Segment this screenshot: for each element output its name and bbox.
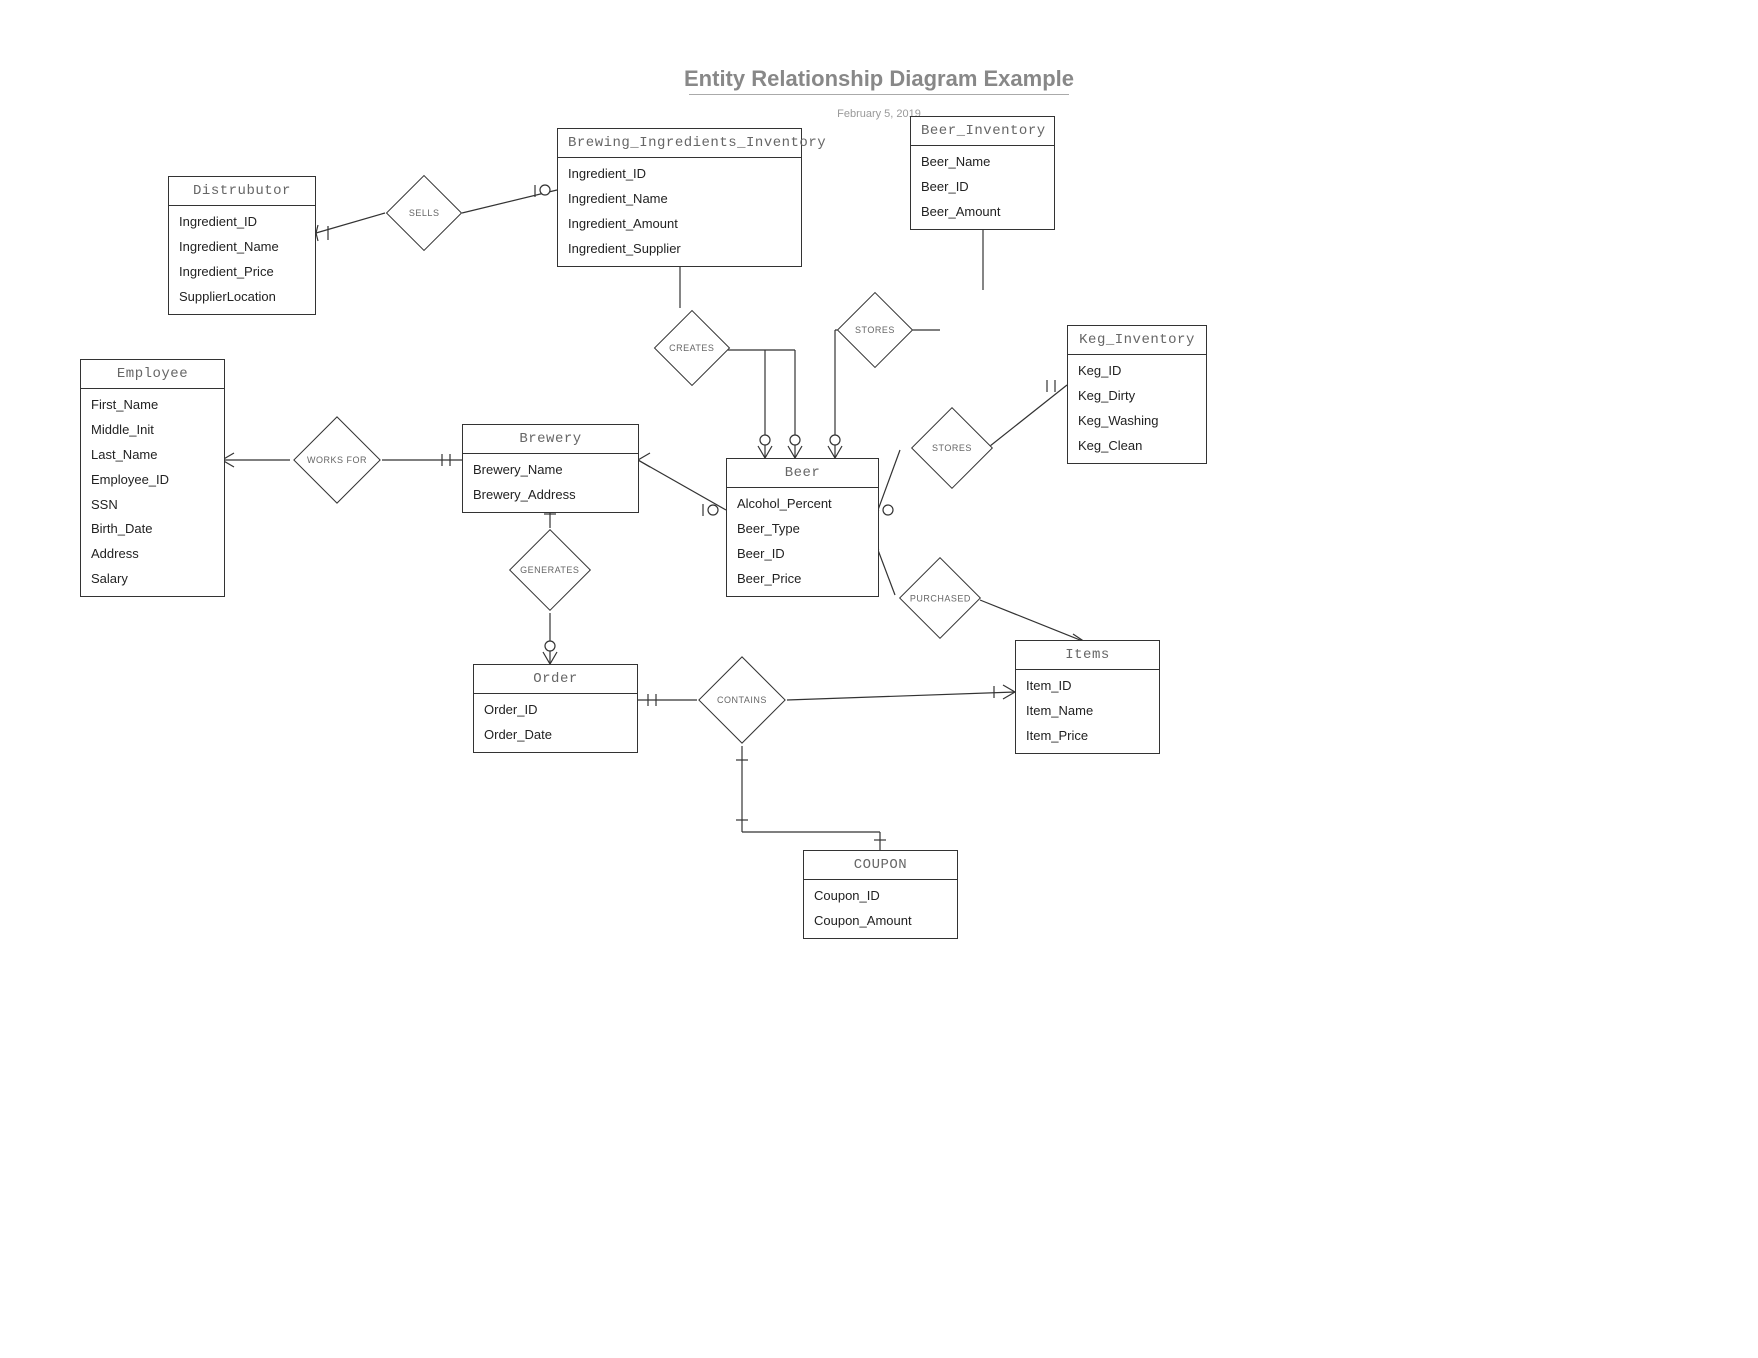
- relationship-generates: GENERATES: [509, 529, 591, 611]
- entity-body: Coupon_ID Coupon_Amount: [804, 880, 957, 938]
- entity-attr: Address: [89, 542, 216, 567]
- entity-attr: Beer_Price: [735, 567, 870, 592]
- entity-beer: Beer Alcohol_Percent Beer_Type Beer_ID B…: [726, 458, 879, 597]
- entity-attr: Brewery_Name: [471, 458, 630, 483]
- entity-attr: Brewery_Address: [471, 483, 630, 508]
- entity-distributor: Distrubutor Ingredient_ID Ingredient_Nam…: [168, 176, 316, 315]
- relationship-sells: SELLS: [386, 175, 462, 251]
- relationship-stores-2: STORES: [911, 407, 993, 489]
- entity-header: Beer: [727, 459, 878, 488]
- relationship-label: STORES: [932, 443, 972, 453]
- diagram-date: February 5, 2019: [837, 108, 921, 120]
- entity-brewery: Brewery Brewery_Name Brewery_Address: [462, 424, 639, 513]
- entity-attr: Keg_Washing: [1076, 409, 1198, 434]
- entity-brewing-ingredients: Brewing_Ingredients_Inventory Ingredient…: [557, 128, 802, 267]
- entity-attr: Beer_ID: [735, 542, 870, 567]
- entity-header: Order: [474, 665, 637, 694]
- entity-attr: Beer_ID: [919, 175, 1046, 200]
- relationship-label: CONTAINS: [717, 695, 767, 705]
- title-underline: [689, 94, 1069, 95]
- entity-header: Brewing_Ingredients_Inventory: [558, 129, 801, 158]
- relationship-stores-1: STORES: [837, 292, 913, 368]
- entity-header: Brewery: [463, 425, 638, 454]
- entity-attr: Coupon_Amount: [812, 909, 949, 934]
- entity-body: First_Name Middle_Init Last_Name Employe…: [81, 389, 224, 596]
- relationship-purchased: PURCHASED: [899, 557, 981, 639]
- entity-header: COUPON: [804, 851, 957, 880]
- entity-attr: Item_ID: [1024, 674, 1151, 699]
- entity-body: Alcohol_Percent Beer_Type Beer_ID Beer_P…: [727, 488, 878, 596]
- entity-attr: Coupon_ID: [812, 884, 949, 909]
- entity-attr: Ingredient_Name: [177, 235, 307, 260]
- relationship-works-for: WORKS FOR: [293, 416, 381, 504]
- entity-attr: Ingredient_Supplier: [566, 237, 793, 262]
- relationship-label: CREATES: [669, 343, 714, 353]
- entity-attr: Order_ID: [482, 698, 629, 723]
- entity-attr: Salary: [89, 567, 216, 592]
- relationship-label: SELLS: [409, 208, 440, 218]
- entity-attr: SSN: [89, 493, 216, 518]
- entity-attr: Beer_Name: [919, 150, 1046, 175]
- entity-body: Ingredient_ID Ingredient_Name Ingredient…: [169, 206, 315, 314]
- entity-keg-inventory: Keg_Inventory Keg_ID Keg_Dirty Keg_Washi…: [1067, 325, 1207, 464]
- entity-attr: Order_Date: [482, 723, 629, 748]
- entity-attr: Ingredient_Price: [177, 260, 307, 285]
- relationship-creates: CREATES: [654, 310, 730, 386]
- entity-beer-inventory: Beer_Inventory Beer_Name Beer_ID Beer_Am…: [910, 116, 1055, 230]
- relationship-label: WORKS FOR: [307, 455, 367, 465]
- entity-header: Distrubutor: [169, 177, 315, 206]
- entity-attr: SupplierLocation: [177, 285, 307, 310]
- entity-body: Keg_ID Keg_Dirty Keg_Washing Keg_Clean: [1068, 355, 1206, 463]
- entity-header: Items: [1016, 641, 1159, 670]
- entity-body: Beer_Name Beer_ID Beer_Amount: [911, 146, 1054, 229]
- entity-order: Order Order_ID Order_Date: [473, 664, 638, 753]
- entity-attr: Ingredient_Amount: [566, 212, 793, 237]
- entity-header: Beer_Inventory: [911, 117, 1054, 146]
- entity-attr: First_Name: [89, 393, 216, 418]
- entity-header: Keg_Inventory: [1068, 326, 1206, 355]
- diagram-title: Entity Relationship Diagram Example: [684, 66, 1074, 92]
- entity-body: Ingredient_ID Ingredient_Name Ingredient…: [558, 158, 801, 266]
- entity-attr: Keg_ID: [1076, 359, 1198, 384]
- entity-coupon: COUPON Coupon_ID Coupon_Amount: [803, 850, 958, 939]
- entity-attr: Ingredient_ID: [566, 162, 793, 187]
- entity-employee: Employee First_Name Middle_Init Last_Nam…: [80, 359, 225, 597]
- relationship-label: PURCHASED: [909, 593, 970, 603]
- entity-attr: Keg_Clean: [1076, 434, 1198, 459]
- relationship-label: STORES: [855, 325, 895, 335]
- entity-attr: Beer_Type: [735, 517, 870, 542]
- er-diagram-canvas: Entity Relationship Diagram Example Febr…: [0, 0, 1758, 1358]
- entity-items: Items Item_ID Item_Name Item_Price: [1015, 640, 1160, 754]
- entity-attr: Item_Name: [1024, 699, 1151, 724]
- entity-body: Item_ID Item_Name Item_Price: [1016, 670, 1159, 753]
- relationship-label: GENERATES: [520, 565, 579, 575]
- entity-attr: Last_Name: [89, 443, 216, 468]
- relationship-contains: CONTAINS: [698, 656, 786, 744]
- entity-body: Brewery_Name Brewery_Address: [463, 454, 638, 512]
- entity-attr: Beer_Amount: [919, 200, 1046, 225]
- entity-attr: Birth_Date: [89, 517, 216, 542]
- entity-header: Employee: [81, 360, 224, 389]
- entity-attr: Ingredient_ID: [177, 210, 307, 235]
- entity-attr: Keg_Dirty: [1076, 384, 1198, 409]
- entity-attr: Ingredient_Name: [566, 187, 793, 212]
- entity-attr: Item_Price: [1024, 724, 1151, 749]
- entity-attr: Employee_ID: [89, 468, 216, 493]
- entity-body: Order_ID Order_Date: [474, 694, 637, 752]
- entity-attr: Alcohol_Percent: [735, 492, 870, 517]
- entity-attr: Middle_Init: [89, 418, 216, 443]
